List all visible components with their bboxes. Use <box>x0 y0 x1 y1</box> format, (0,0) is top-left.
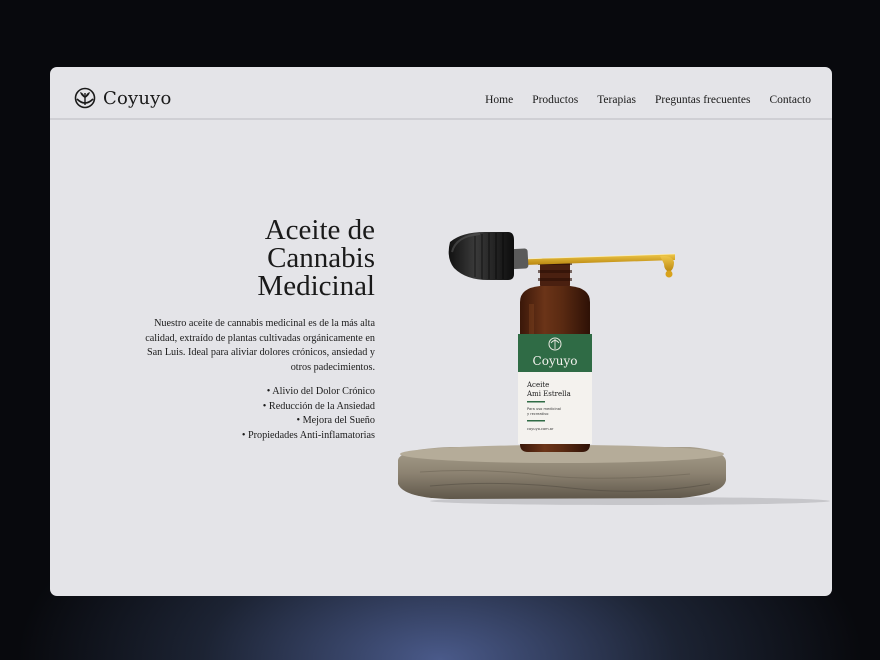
sunrise-leaf-icon <box>74 87 96 109</box>
nav-contacto[interactable]: Contacto <box>769 94 811 106</box>
oil-bottle-illustration: Coyuyo Aceite Ami Estrella Para uso medi… <box>398 232 830 505</box>
amber-bottle: Coyuyo Aceite Ami Estrella Para uso medi… <box>518 258 592 452</box>
hero-title: Aceite de Cannabis Medicinal <box>257 214 375 302</box>
site-header: Coyuyo Home Productos Terapias Preguntas… <box>50 67 832 120</box>
label-use-line2: y recreativo <box>527 412 548 416</box>
label-product-line2: Ami Estrella <box>526 390 571 398</box>
hero-title-line: Medicinal <box>257 270 375 302</box>
nav-preguntas-frecuentes[interactable]: Preguntas frecuentes <box>655 94 750 106</box>
product-image: Coyuyo Aceite Ami Estrella Para uso medi… <box>390 222 830 512</box>
browser-window: Coyuyo Home Productos Terapias Preguntas… <box>50 67 832 596</box>
brand-name: Coyuyo <box>103 87 172 109</box>
nav-home[interactable]: Home <box>485 94 513 106</box>
hero-title-line: Aceite de <box>264 214 375 246</box>
benefit-item: • Propiedades Anti-inflamatorias <box>241 429 375 441</box>
hero-title-line: Cannabis <box>267 242 375 274</box>
main-nav: Home Productos Terapias Preguntas frecue… <box>485 94 811 106</box>
brand-logo[interactable]: Coyuyo <box>74 87 172 109</box>
hero-description: Nuestro aceite de cannabis medicinal es … <box>145 318 375 373</box>
label-product-line1: Aceite <box>526 381 549 389</box>
benefit-item: • Alivio del Dolor Crónico <box>266 386 375 397</box>
label-url: coyuyo.com.ar <box>527 427 554 431</box>
benefit-item: • Mejora del Sueño <box>296 415 375 427</box>
nav-terapias[interactable]: Terapias <box>597 94 636 106</box>
label-use-line1: Para uso medicinal <box>527 407 561 411</box>
benefit-item: • Reducción de la Ansiedad <box>262 400 375 412</box>
benefits-list: • Alivio del Dolor Crónico • Reducción d… <box>242 385 375 443</box>
label-brand: Coyuyo <box>533 354 578 368</box>
nav-productos[interactable]: Productos <box>532 94 578 106</box>
stone-pedestal <box>398 445 726 499</box>
